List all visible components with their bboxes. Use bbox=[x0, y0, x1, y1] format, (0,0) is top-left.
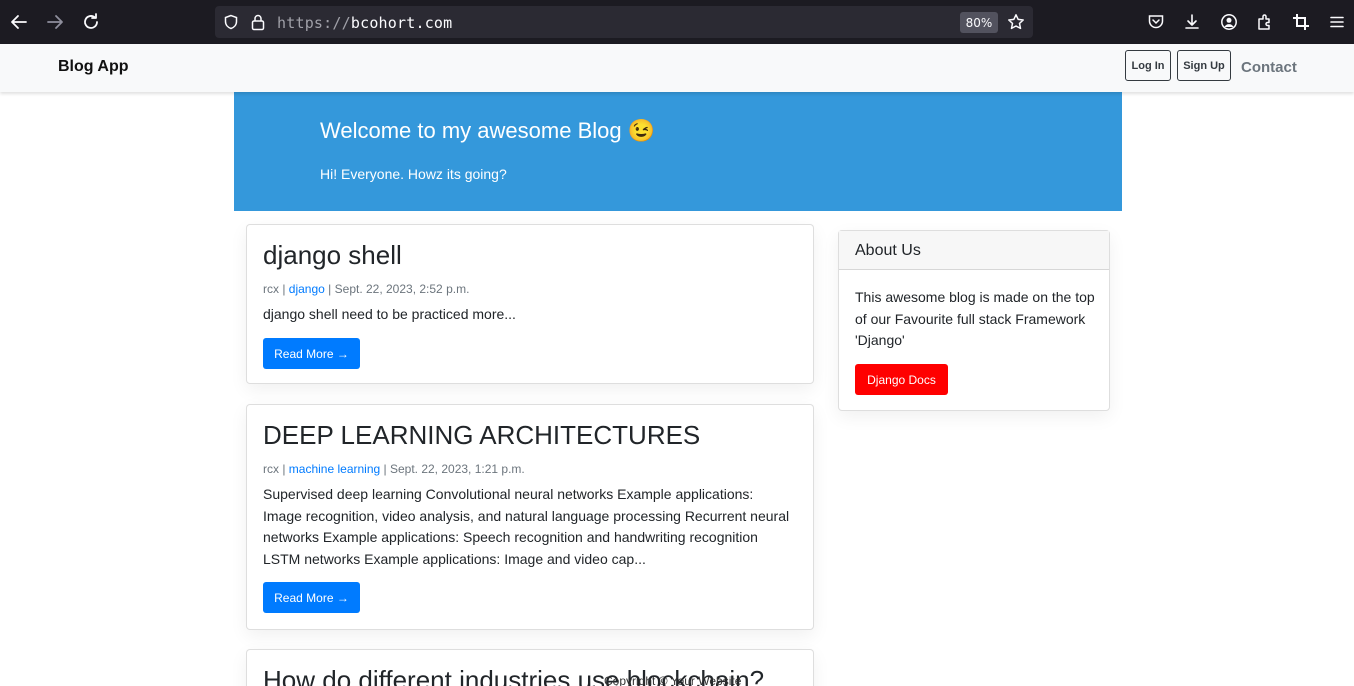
reload-button[interactable] bbox=[79, 10, 103, 34]
post-card: django shell rcx | django | Sept. 22, 20… bbox=[246, 224, 814, 384]
about-us-header: About Us bbox=[839, 231, 1109, 270]
post-date: Sept. 22, 2023, 2:52 p.m. bbox=[334, 282, 470, 296]
django-docs-button[interactable]: Django Docs bbox=[855, 364, 948, 395]
url-text[interactable]: https://bcohort.com bbox=[277, 14, 452, 32]
post-title[interactable]: django shell bbox=[263, 240, 402, 271]
post-author: rcx bbox=[263, 282, 279, 296]
shield-icon[interactable] bbox=[223, 14, 239, 30]
signup-button[interactable]: Sign Up bbox=[1177, 50, 1231, 81]
downloads-icon[interactable] bbox=[1181, 11, 1203, 33]
about-us-card: About Us This awesome blog is made on th… bbox=[838, 230, 1110, 411]
post-date: Sept. 22, 2023, 1:21 p.m. bbox=[389, 462, 525, 476]
brand-logo[interactable]: Blog App bbox=[58, 58, 129, 76]
hero-subtitle: Hi! Everyone. Howz its going? bbox=[320, 166, 507, 182]
read-more-button[interactable]: Read More → bbox=[263, 338, 360, 369]
post-card: DEEP LEARNING ARCHITECTURES rcx | machin… bbox=[246, 404, 814, 630]
account-icon[interactable] bbox=[1218, 11, 1240, 33]
lock-icon[interactable] bbox=[250, 13, 266, 31]
post-category-link[interactable]: django bbox=[289, 282, 325, 296]
post-excerpt: Supervised deep learning Convolutional n… bbox=[263, 486, 790, 567]
about-us-text: This awesome blog is made on the top of … bbox=[855, 289, 1095, 348]
site-navbar: Blog App Log In Sign Up Contact bbox=[0, 44, 1354, 92]
winking-face-emoji: 😉 bbox=[627, 118, 656, 143]
crop-screenshot-icon[interactable] bbox=[1290, 11, 1312, 33]
login-button[interactable]: Log In bbox=[1125, 50, 1171, 81]
bookmark-star-icon[interactable] bbox=[1007, 13, 1025, 31]
back-button[interactable] bbox=[7, 10, 31, 34]
back-arrow-icon bbox=[11, 15, 27, 29]
nav-link-contact[interactable]: Contact bbox=[1241, 59, 1297, 76]
post-author: rcx bbox=[263, 462, 279, 476]
about-us-title: About Us bbox=[855, 242, 921, 259]
browser-toolbar: https://bcohort.com 80% bbox=[0, 0, 1354, 44]
post-category-link[interactable]: machine learning bbox=[289, 462, 380, 476]
hero-title-text: Welcome to my awesome Blog bbox=[320, 118, 622, 143]
forward-arrow-icon bbox=[47, 15, 63, 29]
reload-icon bbox=[84, 13, 98, 29]
zoom-level-badge[interactable]: 80% bbox=[960, 12, 998, 33]
address-bar[interactable]: https://bcohort.com 80% bbox=[215, 6, 1033, 38]
read-more-button[interactable]: Read More → bbox=[263, 582, 360, 613]
extensions-icon[interactable] bbox=[1254, 11, 1276, 33]
post-title[interactable]: DEEP LEARNING ARCHITECTURES bbox=[263, 420, 700, 451]
post-meta: rcx | django | Sept. 22, 2023, 2:52 p.m. bbox=[263, 282, 470, 296]
footer-copyright: Copyright © Your Website bbox=[604, 674, 742, 686]
post-meta: rcx | machine learning | Sept. 22, 2023,… bbox=[263, 462, 525, 476]
pocket-icon[interactable] bbox=[1145, 11, 1167, 33]
hamburger-menu-icon[interactable] bbox=[1326, 11, 1348, 33]
post-excerpt: django shell need to be practiced more..… bbox=[263, 306, 516, 322]
hero-title: Welcome to my awesome Blog 😉 bbox=[320, 118, 655, 144]
hero-banner: Welcome to my awesome Blog 😉 Hi! Everyon… bbox=[234, 91, 1122, 211]
forward-button[interactable] bbox=[43, 10, 67, 34]
